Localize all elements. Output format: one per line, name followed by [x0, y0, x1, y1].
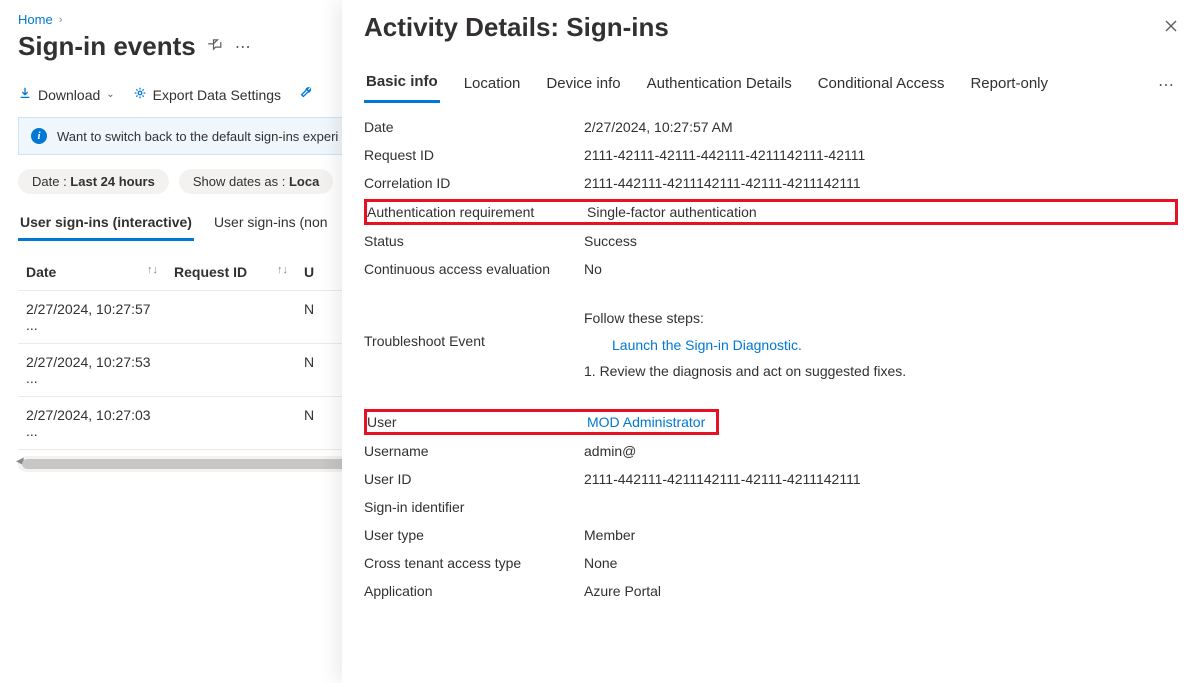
value-auth-requirement: Single-factor authentication	[587, 204, 1169, 220]
row-request-id: Request ID 2111-42111-42111-442111-42111…	[364, 141, 1178, 169]
tab-basic-info[interactable]: Basic info	[364, 67, 440, 103]
activity-details-panel: Activity Details: Sign-ins Basic info Lo…	[342, 0, 1200, 683]
row-user: User MOD Administrator	[364, 409, 719, 435]
launch-diagnostic-link[interactable]: Launch the Sign-in Diagnostic.	[584, 332, 1178, 359]
tab-auth-details[interactable]: Authentication Details	[645, 69, 794, 102]
label-cae: Continuous access evaluation	[364, 261, 584, 277]
cell-request	[166, 291, 296, 343]
row-correlation-id: Correlation ID 2111-442111-4211142111-42…	[364, 169, 1178, 197]
wrench-icon	[299, 86, 313, 103]
tab-interactive[interactable]: User sign-ins (interactive)	[18, 208, 194, 241]
label-correlation-id: Correlation ID	[364, 175, 584, 191]
info-text: Want to switch back to the default sign-…	[57, 129, 338, 144]
panel-header: Activity Details: Sign-ins	[342, 0, 1200, 49]
row-cae: Continuous access evaluation No	[364, 255, 1178, 283]
sort-icon: ↑↓	[277, 264, 288, 276]
label-username: Username	[364, 443, 584, 459]
cell-flag: N	[296, 344, 326, 396]
row-auth-requirement: Authentication requirement Single-factor…	[364, 199, 1178, 225]
panel-title: Activity Details: Sign-ins	[364, 12, 669, 43]
page-title: Sign-in events	[18, 31, 196, 62]
row-application: Application Azure Portal	[364, 577, 1178, 605]
col-request-id[interactable]: Request ID↑↓	[166, 254, 296, 290]
cell-request	[166, 344, 296, 396]
value-request-id: 2111-42111-42111-442111-4211142111-42111	[584, 147, 1178, 163]
filter-date-value: Last 24 hours	[70, 174, 155, 189]
row-signin-identifier: Sign-in identifier	[364, 493, 1178, 521]
cell-date: 2/27/2024, 10:27:57 ...	[18, 291, 166, 343]
label-date: Date	[364, 119, 584, 135]
value-troubleshoot: Follow these steps: Launch the Sign-in D…	[584, 305, 1178, 385]
panel-tabs: Basic info Location Device info Authenti…	[342, 49, 1200, 103]
close-button[interactable]	[1164, 17, 1178, 38]
filter-date-label: Date :	[32, 174, 70, 189]
cell-flag: N	[296, 397, 326, 449]
troubleshoot-button[interactable]	[299, 86, 313, 103]
filter-date[interactable]: Date : Last 24 hours	[18, 169, 169, 194]
row-username: Username admin@	[364, 437, 1178, 465]
label-auth-requirement: Authentication requirement	[367, 204, 587, 220]
row-status: Status Success	[364, 227, 1178, 255]
breadcrumb-home[interactable]: Home	[18, 12, 53, 27]
row-troubleshoot: Troubleshoot Event Follow these steps: L…	[364, 299, 1178, 391]
value-user-type: Member	[584, 527, 1178, 543]
value-username: admin@	[584, 443, 1178, 459]
value-user-id: 2111-442111-4211142111-42111-4211142111	[584, 471, 1178, 487]
cell-date: 2/27/2024, 10:27:03 ...	[18, 397, 166, 449]
col-flag: U	[296, 254, 326, 290]
chevron-down-icon: ⌄	[106, 89, 114, 100]
value-cross-tenant: None	[584, 555, 1178, 571]
troubleshoot-intro: Follow these steps:	[584, 305, 1178, 332]
filter-showdates-label: Show dates as :	[193, 174, 289, 189]
troubleshoot-step-1: 1. Review the diagnosis and act on sugge…	[584, 358, 1178, 385]
filter-showdates[interactable]: Show dates as : Loca	[179, 169, 333, 194]
label-user-id: User ID	[364, 471, 584, 487]
label-signin-identifier: Sign-in identifier	[364, 499, 584, 515]
label-user-type: User type	[364, 527, 584, 543]
value-correlation-id: 2111-442111-4211142111-42111-4211142111	[584, 175, 1178, 191]
download-icon	[18, 86, 32, 103]
value-user-link[interactable]: MOD Administrator	[587, 414, 705, 430]
download-label: Download	[38, 87, 100, 103]
pin-icon[interactable]	[208, 37, 223, 57]
tab-location[interactable]: Location	[462, 69, 523, 102]
row-cross-tenant: Cross tenant access type None	[364, 549, 1178, 577]
value-application: Azure Portal	[584, 583, 1178, 599]
row-date: Date 2/27/2024, 10:27:57 AM	[364, 113, 1178, 141]
label-troubleshoot: Troubleshoot Event	[364, 305, 584, 349]
row-user-type: User type Member	[364, 521, 1178, 549]
row-user-id: User ID 2111-442111-4211142111-42111-421…	[364, 465, 1178, 493]
tab-noninteractive[interactable]: User sign-ins (non	[212, 208, 330, 241]
gear-icon	[133, 86, 147, 103]
download-button[interactable]: Download ⌄	[18, 86, 115, 103]
tab-device-info[interactable]: Device info	[544, 69, 622, 102]
panel-body: Date 2/27/2024, 10:27:57 AM Request ID 2…	[342, 103, 1200, 615]
cell-date: 2/27/2024, 10:27:53 ...	[18, 344, 166, 396]
tab-conditional-access[interactable]: Conditional Access	[816, 69, 947, 102]
value-date: 2/27/2024, 10:27:57 AM	[584, 119, 1178, 135]
export-settings-button[interactable]: Export Data Settings	[133, 86, 281, 103]
cell-request	[166, 397, 296, 449]
label-application: Application	[364, 583, 584, 599]
cell-flag: N	[296, 291, 326, 343]
panel-more-icon[interactable]: ⋯	[1158, 75, 1178, 95]
sort-icon: ↑↓	[147, 264, 158, 276]
label-request-id: Request ID	[364, 147, 584, 163]
value-cae: No	[584, 261, 1178, 277]
value-status: Success	[584, 233, 1178, 249]
chevron-right-icon: ›	[59, 14, 63, 26]
export-settings-label: Export Data Settings	[153, 87, 281, 103]
info-icon: i	[31, 128, 47, 144]
more-icon[interactable]: ⋯	[235, 37, 251, 57]
col-date[interactable]: Date↑↓	[18, 254, 166, 290]
label-status: Status	[364, 233, 584, 249]
filter-showdates-value: Loca	[289, 174, 319, 189]
label-cross-tenant: Cross tenant access type	[364, 555, 584, 571]
tab-report-only[interactable]: Report-only	[968, 69, 1050, 102]
label-user: User	[367, 414, 587, 430]
